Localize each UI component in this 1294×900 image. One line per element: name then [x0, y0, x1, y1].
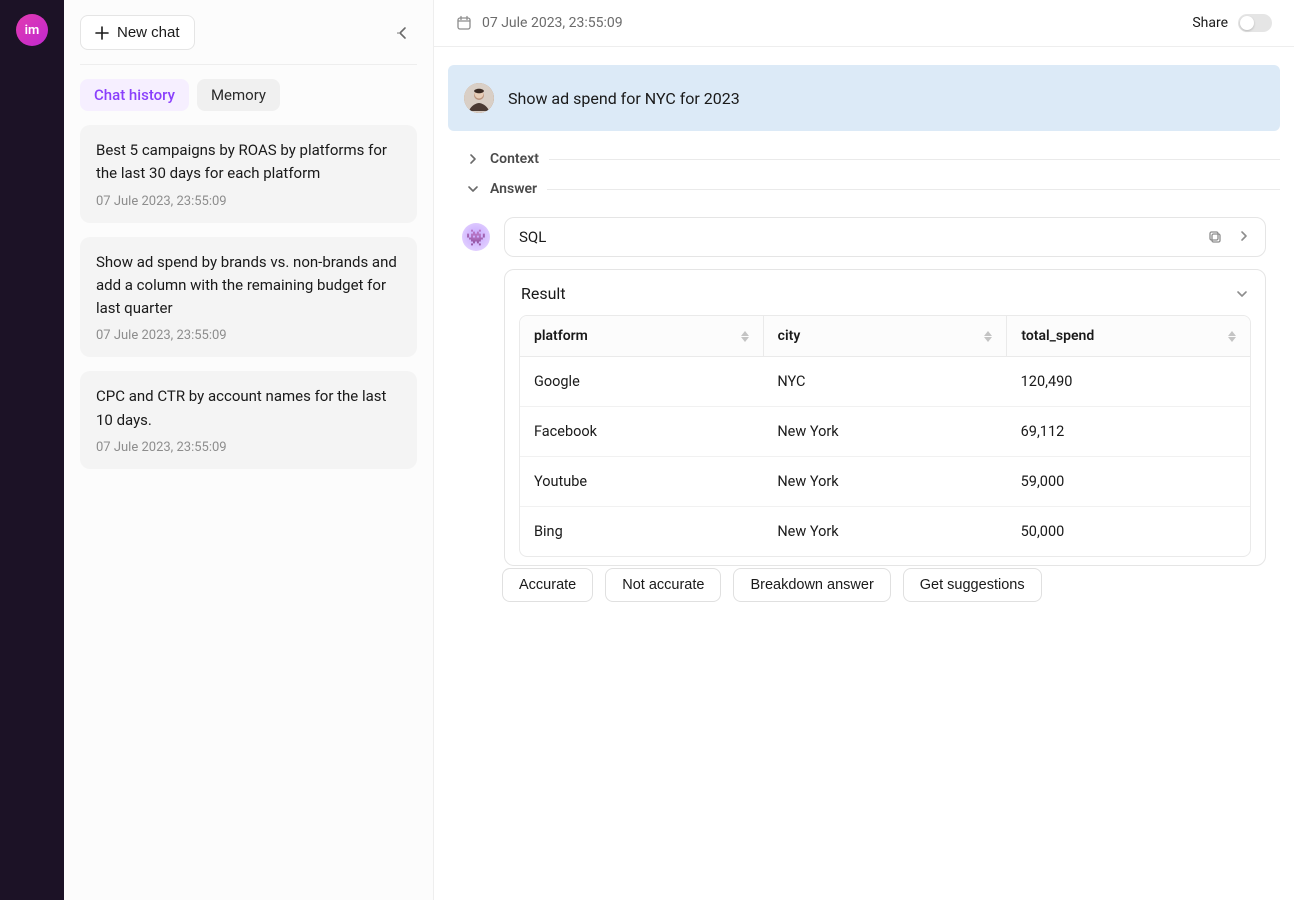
column-label: platform — [534, 328, 588, 344]
context-label: Context — [490, 151, 539, 167]
history-item-title: CPC and CTR by account names for the las… — [96, 385, 401, 432]
history-item-timestamp: 07 Jule 2023, 23:55:09 — [96, 194, 401, 209]
result-table: platform city — [519, 315, 1251, 557]
user-query-bar: Show ad spend for NYC for 2023 — [448, 65, 1280, 131]
arrow-left-icon — [394, 24, 412, 42]
share-toggle[interactable] — [1238, 14, 1272, 32]
column-header-city[interactable]: city — [764, 316, 1008, 356]
suggestions-button[interactable]: Get suggestions — [903, 568, 1042, 602]
history-item-timestamp: 07 Jule 2023, 23:55:09 — [96, 328, 401, 343]
breakdown-label: Breakdown answer — [750, 577, 873, 593]
collapse-sidebar-button[interactable] — [389, 19, 417, 47]
copy-icon — [1207, 229, 1223, 245]
sort-icon — [984, 331, 992, 342]
cell-city: New York — [763, 407, 1006, 456]
new-chat-button[interactable]: New chat — [80, 15, 195, 50]
chevron-right-icon — [466, 152, 480, 166]
history-item-title: Show ad spend by brands vs. non-brands a… — [96, 251, 401, 321]
sql-label: SQL — [519, 228, 546, 246]
cell-total-spend: 50,000 — [1007, 507, 1250, 556]
accurate-button[interactable]: Accurate — [502, 568, 593, 602]
cell-total-spend: 59,000 — [1007, 457, 1250, 506]
main-header: 07 Jule 2023, 23:55:09 Share — [434, 0, 1294, 47]
collapse-result-button[interactable] — [1235, 287, 1249, 301]
cell-city: New York — [763, 507, 1006, 556]
cell-platform: Facebook — [520, 407, 763, 456]
calendar-icon — [456, 15, 472, 31]
expand-sql-button[interactable] — [1237, 229, 1251, 245]
app-logo[interactable]: im — [16, 14, 48, 46]
cell-platform: Bing — [520, 507, 763, 556]
context-section-toggle[interactable]: Context — [466, 151, 1280, 167]
sidebar: New chat Chat history Memory Best 5 camp… — [64, 0, 434, 900]
breakdown-button[interactable]: Breakdown answer — [733, 568, 890, 602]
not-accurate-label: Not accurate — [622, 577, 704, 593]
nav-rail: im — [0, 0, 64, 900]
suggestions-label: Get suggestions — [920, 577, 1025, 593]
tab-chat-history-label: Chat history — [94, 86, 175, 104]
history-item-title: Best 5 campaigns by ROAS by platforms fo… — [96, 139, 401, 186]
cell-total-spend: 69,112 — [1007, 407, 1250, 456]
share-label: Share — [1192, 15, 1228, 31]
history-item-timestamp: 07 Jule 2023, 23:55:09 — [96, 440, 401, 455]
history-item[interactable]: CPC and CTR by account names for the las… — [80, 371, 417, 469]
history-item[interactable]: Best 5 campaigns by ROAS by platforms fo… — [80, 125, 417, 223]
table-row: Bing New York 50,000 — [520, 507, 1250, 556]
table-row: Facebook New York 69,112 — [520, 407, 1250, 457]
table-row: Youtube New York 59,000 — [520, 457, 1250, 507]
user-query-text: Show ad spend for NYC for 2023 — [508, 89, 740, 108]
sql-card: SQL — [504, 217, 1266, 257]
header-date: 07 Jule 2023, 23:55:09 — [482, 15, 623, 31]
sort-icon — [741, 331, 749, 342]
table-row: Google NYC 120,490 — [520, 357, 1250, 407]
cell-city: NYC — [763, 357, 1006, 406]
answer-section-toggle[interactable]: Answer — [466, 181, 1280, 197]
column-header-platform[interactable]: platform — [520, 316, 764, 356]
accurate-label: Accurate — [519, 577, 576, 593]
main-panel: 07 Jule 2023, 23:55:09 Share Show ad spe… — [434, 0, 1294, 900]
not-accurate-button[interactable]: Not accurate — [605, 568, 721, 602]
divider — [549, 159, 1280, 160]
tab-memory[interactable]: Memory — [197, 79, 280, 111]
cell-platform: Youtube — [520, 457, 763, 506]
column-header-total-spend[interactable]: total_spend — [1007, 316, 1250, 356]
feedback-row: Accurate Not accurate Breakdown answer G… — [448, 568, 1280, 616]
result-title: Result — [521, 284, 566, 303]
tab-memory-label: Memory — [211, 86, 266, 104]
new-chat-label: New chat — [117, 24, 180, 41]
bot-avatar: 👾 — [462, 223, 490, 251]
sort-icon — [1228, 331, 1236, 342]
cell-city: New York — [763, 457, 1006, 506]
answer-label: Answer — [490, 181, 537, 197]
cell-platform: Google — [520, 357, 763, 406]
logo-text: im — [25, 23, 40, 38]
plus-icon — [95, 26, 109, 40]
chevron-down-icon — [1235, 287, 1249, 301]
chevron-right-icon — [1237, 229, 1251, 243]
chevron-down-icon — [466, 182, 480, 196]
divider — [547, 189, 1280, 190]
column-label: city — [778, 328, 801, 344]
history-item[interactable]: Show ad spend by brands vs. non-brands a… — [80, 237, 417, 358]
column-label: total_spend — [1021, 328, 1094, 344]
user-avatar — [464, 83, 494, 113]
cell-total-spend: 120,490 — [1007, 357, 1250, 406]
tab-chat-history[interactable]: Chat history — [80, 79, 189, 111]
result-card: Result platform — [504, 269, 1266, 566]
copy-sql-button[interactable] — [1207, 229, 1223, 245]
